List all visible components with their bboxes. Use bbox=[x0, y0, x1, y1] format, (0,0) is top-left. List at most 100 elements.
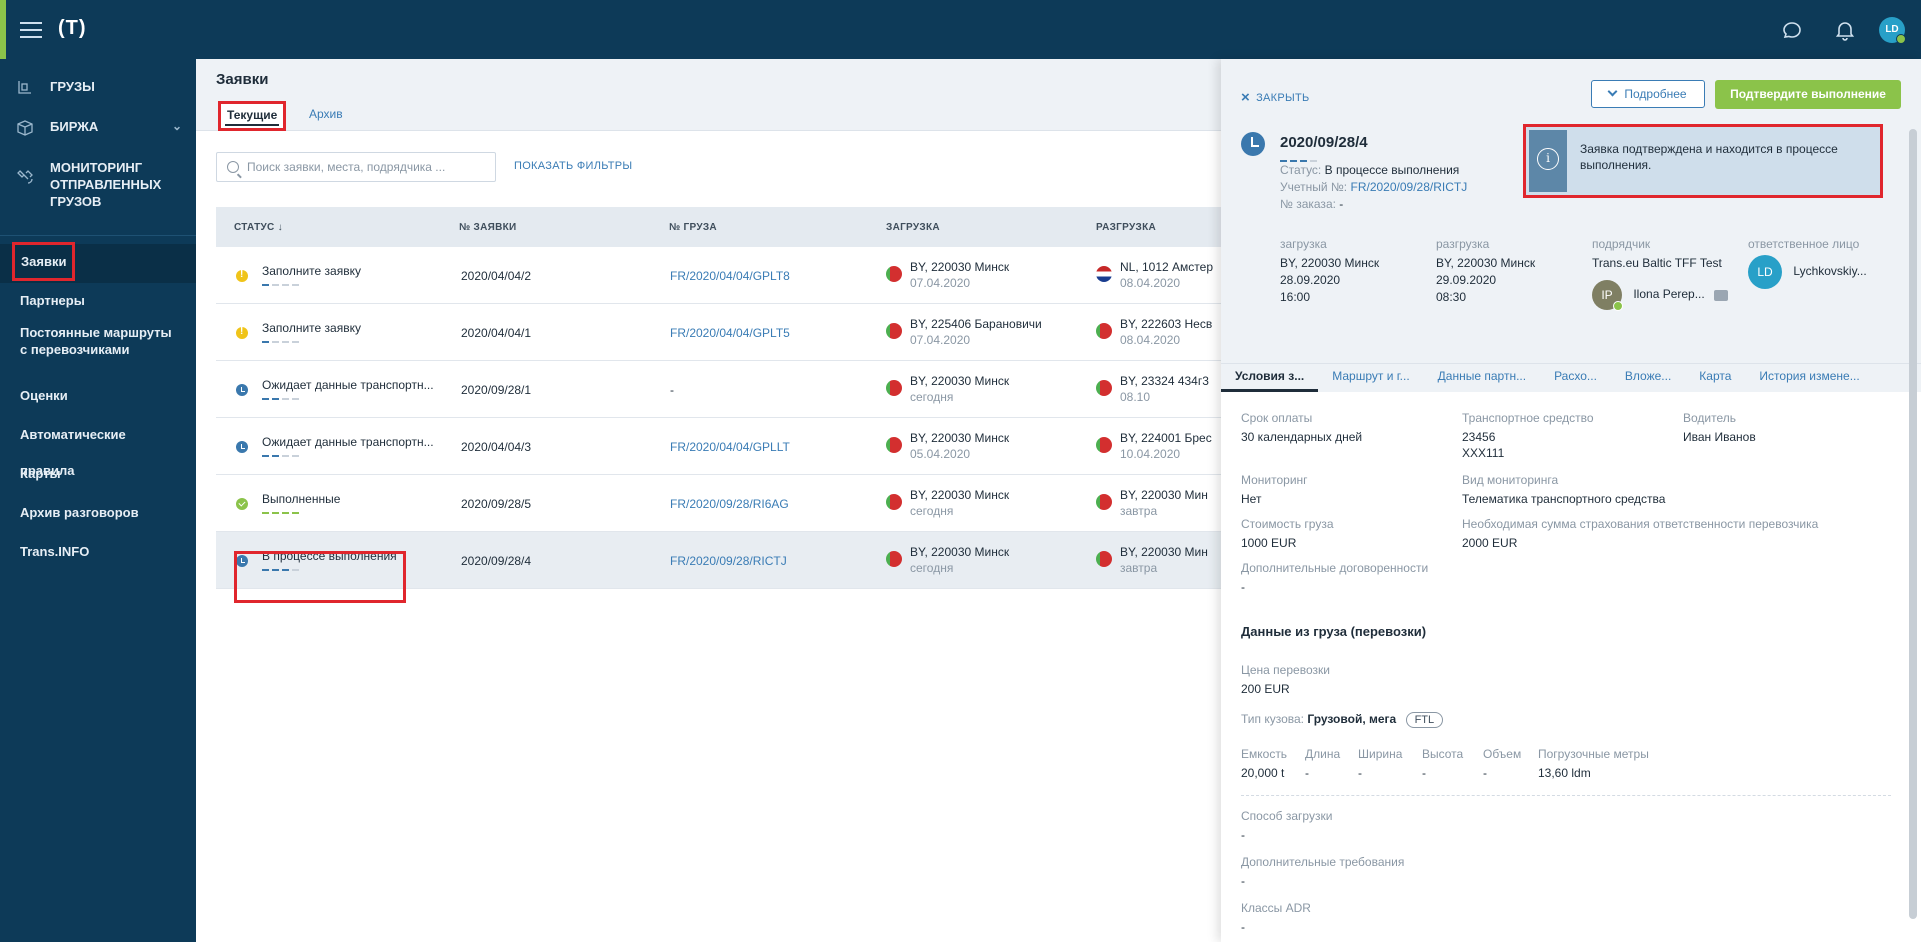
table-row[interactable]: Выполненные 2020/09/28/5 FR/2020/09/28/R… bbox=[216, 475, 1221, 532]
satellite-icon bbox=[14, 165, 36, 187]
unloading-label: разгрузка bbox=[1436, 237, 1490, 251]
sidebar-item-partners[interactable]: Партнеры bbox=[0, 283, 196, 322]
order-detail-panel: × ЗАКРЫТЬ Подробнее Подтвердите выполнени… bbox=[1221, 59, 1921, 942]
sidebar-item-cargo[interactable]: ГРУЗЫ bbox=[0, 79, 196, 119]
status-label: Статус: bbox=[1280, 163, 1322, 177]
column-header-order: № ЗАЯВКИ bbox=[459, 221, 517, 233]
logo[interactable]: (T) bbox=[58, 17, 87, 40]
unloading-date: 08.10 bbox=[1120, 390, 1151, 404]
progress-dashes bbox=[262, 398, 434, 400]
loading-city: BY, 220030 Минск bbox=[910, 545, 1010, 559]
loading-date: 28.09.2020 bbox=[1280, 273, 1341, 287]
flag-by-icon bbox=[886, 323, 902, 339]
tab-expenses[interactable]: Расхо... bbox=[1540, 364, 1611, 392]
field-value: 200 EUR bbox=[1241, 682, 1290, 696]
confirm-completion-button[interactable]: Подтвердите выполнение bbox=[1715, 80, 1901, 109]
field-label: Мониторинг bbox=[1241, 473, 1308, 487]
chat-icon[interactable] bbox=[1714, 289, 1729, 301]
cargo-link[interactable]: FR/2020/04/04/GPLT8 bbox=[670, 269, 790, 283]
field-label: Стоимость груза bbox=[1241, 517, 1334, 531]
cargo-link[interactable]: FR/2020/09/28/RI6AG bbox=[670, 497, 789, 511]
table-row[interactable]: Заполните заявку 2020/04/04/2 FR/2020/04… bbox=[216, 247, 1221, 304]
close-button[interactable]: × ЗАКРЫТЬ bbox=[1241, 89, 1310, 106]
show-filters-link[interactable]: ПОКАЗАТЬ ФИЛЬТРЫ bbox=[514, 160, 632, 172]
chevron-down-icon[interactable]: ⌄ bbox=[172, 119, 182, 133]
loading-city: BY, 220030 Минск bbox=[910, 488, 1010, 502]
avatar[interactable]: IP bbox=[1592, 280, 1623, 311]
tab-map[interactable]: Карта bbox=[1685, 364, 1745, 392]
field-value: - bbox=[1241, 874, 1245, 888]
info-banner: Заявка подтверждена и находится в процес… bbox=[1523, 124, 1883, 198]
table-row-selected[interactable]: В процессе выполнения 2020/09/28/4 FR/20… bbox=[216, 532, 1221, 603]
sidebar-item-routes[interactable]: Постоянные маршруты с перевозчиками bbox=[0, 322, 196, 378]
tab-conditions[interactable]: Условия з... bbox=[1221, 364, 1319, 392]
search-input[interactable]: Поиск заявки, места, подрядчика ... bbox=[216, 152, 496, 182]
sidebar-item-conversations[interactable]: Архив разговоров bbox=[0, 495, 196, 534]
status-text: Ожидает данные транспортн... bbox=[262, 435, 434, 449]
loading-date: сегодня bbox=[910, 390, 954, 404]
unloading-city: BY, 222603 Несв bbox=[1120, 317, 1213, 331]
sidebar-item-rules[interactable]: Автоматические правила bbox=[0, 417, 196, 478]
column-header-status[interactable]: СТАТУС ↓ bbox=[216, 222, 456, 233]
field-label: Объем bbox=[1483, 747, 1522, 761]
chevron-down-icon bbox=[1607, 86, 1618, 97]
orders-table: СТАТУС ↓ № ЗАЯВКИ № ГРУЗА ЗАГРУЗКА РАЗГР… bbox=[216, 207, 1221, 603]
table-row[interactable]: Заполните заявку 2020/04/04/1 FR/2020/04… bbox=[216, 304, 1221, 361]
tab-current[interactable]: Текущие bbox=[218, 101, 287, 131]
user-avatar[interactable]: LD bbox=[1879, 17, 1906, 44]
cargo-link[interactable]: FR/2020/04/04/GPLT5 bbox=[670, 326, 790, 340]
sidebar-item-ratings[interactable]: Оценки bbox=[0, 378, 196, 417]
responsible-person[interactable]: Lychkovskiy... bbox=[1793, 264, 1866, 278]
cargo-link[interactable]: FR/2020/09/28/RICTJ bbox=[670, 554, 787, 568]
flag-by-icon bbox=[1096, 323, 1112, 339]
insurance-field: Необходимая сумма страхования ответствен… bbox=[1462, 517, 1818, 551]
top-bar: (T) LD bbox=[0, 0, 1921, 59]
table-row[interactable]: Ожидает данные транспортн... 2020/09/28/… bbox=[216, 361, 1221, 418]
sidebar-item-label: ГРУЗЫ bbox=[50, 79, 95, 94]
chat-icon[interactable] bbox=[1780, 18, 1804, 42]
field-label: Классы ADR bbox=[1241, 901, 1311, 915]
field-value: - bbox=[1241, 828, 1245, 842]
unloading-city: BY, 220030 Мин bbox=[1120, 488, 1208, 502]
sidebar-item-monitoring[interactable]: МОНИТОРИНГ ОТПРАВЛЕННЫХ ГРУЗОВ bbox=[0, 159, 196, 231]
field-label: Водитель bbox=[1683, 411, 1737, 425]
field-value: 30 календарных дней bbox=[1241, 430, 1363, 444]
width-field: Ширина - bbox=[1358, 747, 1402, 781]
unloading-city: BY, 23324 434г3 bbox=[1120, 374, 1209, 388]
table-row[interactable]: Ожидает данные транспортн... 2020/04/04/… bbox=[216, 418, 1221, 475]
main-header: Заявки Текущие Архив bbox=[196, 59, 1221, 131]
field-label: Погрузочные метры bbox=[1538, 747, 1649, 761]
tab-history[interactable]: История измене... bbox=[1745, 364, 1873, 392]
contractor-company[interactable]: Trans.eu Baltic TFF Test bbox=[1592, 255, 1742, 272]
field-label: Высота bbox=[1422, 747, 1464, 761]
field-label: Тип кузова: bbox=[1241, 712, 1305, 726]
scrollbar[interactable] bbox=[1909, 129, 1917, 919]
field-label: Цена перевозки bbox=[1241, 663, 1330, 677]
more-button[interactable]: Подробнее bbox=[1591, 80, 1705, 108]
tab-attachments[interactable]: Вложе... bbox=[1611, 364, 1685, 392]
loading-city: BY, 220030 Минск bbox=[1280, 256, 1380, 270]
bell-icon[interactable] bbox=[1833, 18, 1857, 42]
sidebar-item-exchange[interactable]: БИРЖА ⌄ bbox=[0, 119, 196, 159]
unloading-city: BY, 220030 Минск bbox=[1436, 256, 1536, 270]
sidebar-item-maps[interactable]: Карты bbox=[0, 456, 196, 495]
price-field: Цена перевозки 200 EUR bbox=[1241, 663, 1330, 697]
cargo-link[interactable]: FR/2020/04/04/GPLLT bbox=[670, 440, 790, 454]
field-label: Дополнительные требования bbox=[1241, 855, 1405, 869]
account-link[interactable]: FR/2020/09/28/RICTJ bbox=[1351, 180, 1468, 194]
unloading-city: BY, 220030 Мин bbox=[1120, 545, 1208, 559]
length-field: Длина - bbox=[1305, 747, 1340, 781]
progress-dashes bbox=[262, 284, 361, 286]
tab-archive[interactable]: Архив bbox=[309, 107, 343, 121]
contractor-person[interactable]: Ilona Perep... bbox=[1633, 287, 1704, 301]
more-label: Подробнее bbox=[1624, 87, 1687, 101]
tab-route[interactable]: Маршрут и г... bbox=[1318, 364, 1423, 392]
sidebar-item-transinfo[interactable]: Trans.INFO bbox=[0, 534, 196, 573]
sidebar-item-orders[interactable]: Заявки bbox=[0, 242, 196, 283]
tab-partner-data[interactable]: Данные партн... bbox=[1424, 364, 1540, 392]
loading-time: 16:00 bbox=[1280, 290, 1311, 304]
menu-icon[interactable] bbox=[20, 22, 42, 38]
avatar[interactable]: LD bbox=[1748, 255, 1782, 289]
order-label: № заказа: bbox=[1280, 197, 1336, 211]
field-label: Срок оплаты bbox=[1241, 411, 1313, 425]
